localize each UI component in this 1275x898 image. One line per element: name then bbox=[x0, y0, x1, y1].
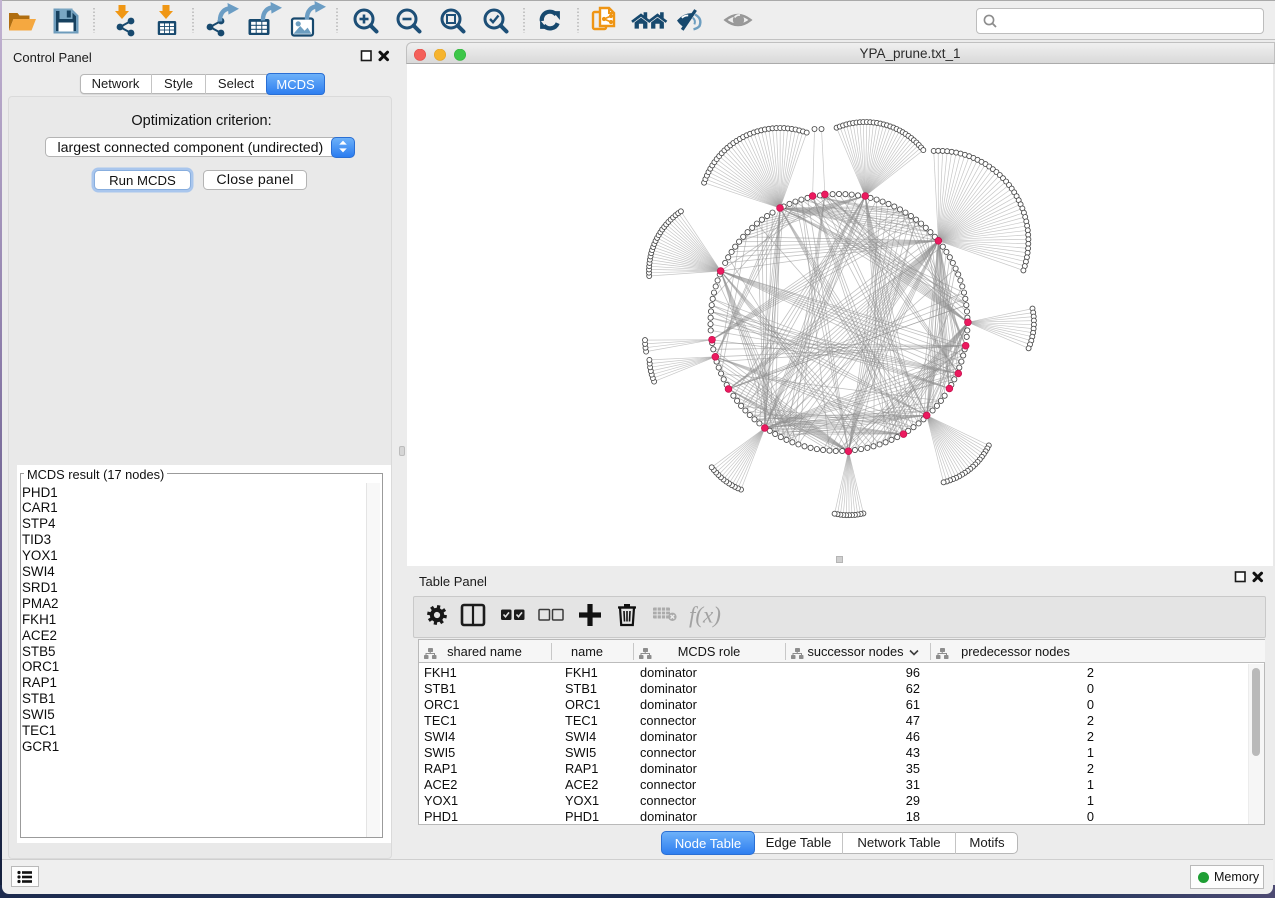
svg-text:f(x): f(x) bbox=[689, 603, 721, 628]
